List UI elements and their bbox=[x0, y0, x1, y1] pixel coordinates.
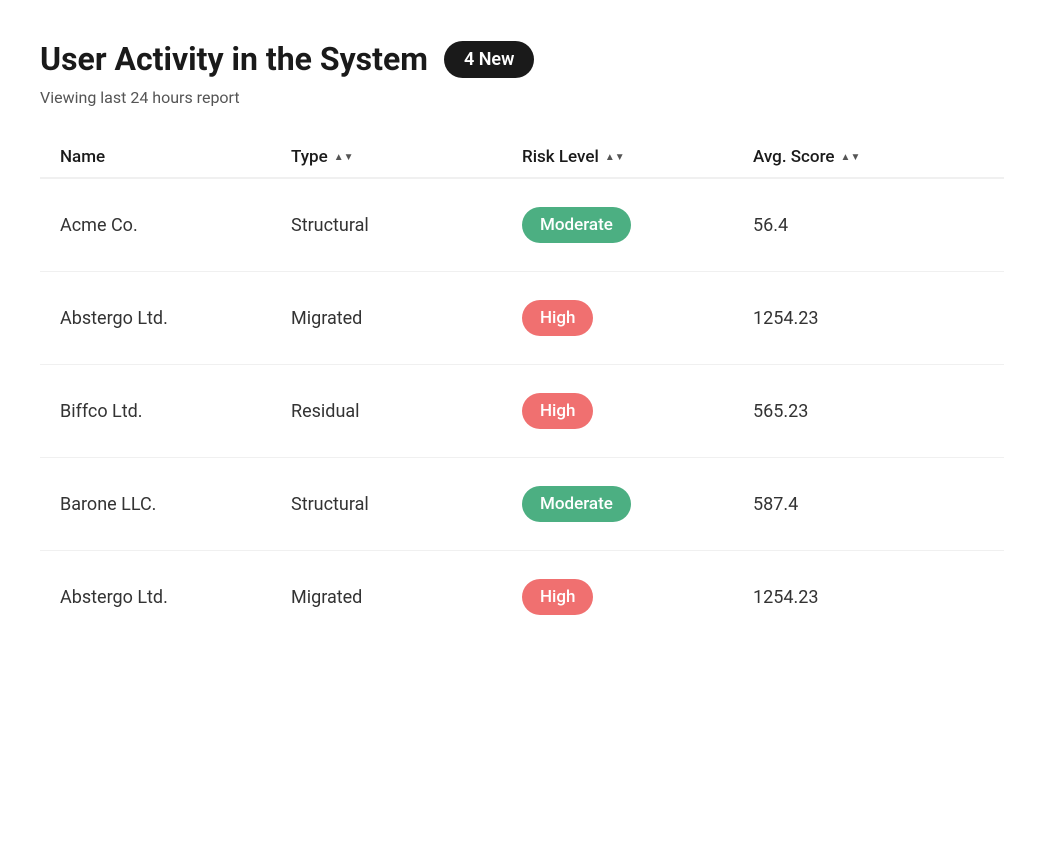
table-header: Name Type ▲▼ Risk Level ▲▼ Avg. Score ▲▼ bbox=[40, 137, 1004, 179]
cell-type: Structural bbox=[291, 494, 522, 515]
table-row[interactable]: Barone LLC. Structural Moderate 587.4 bbox=[40, 458, 1004, 551]
sort-icon-score: ▲▼ bbox=[841, 152, 861, 163]
risk-badge: Moderate bbox=[522, 207, 631, 243]
table-row[interactable]: Abstergo Ltd. Migrated High 1254.23 bbox=[40, 551, 1004, 643]
cell-score: 1254.23 bbox=[753, 587, 984, 608]
table-row[interactable]: Abstergo Ltd. Migrated High 1254.23 bbox=[40, 272, 1004, 365]
new-badge: 4 New bbox=[444, 41, 534, 78]
cell-score: 1254.23 bbox=[753, 308, 984, 329]
cell-type: Residual bbox=[291, 401, 522, 422]
cell-name: Abstergo Ltd. bbox=[60, 308, 291, 329]
cell-name: Barone LLC. bbox=[60, 494, 291, 515]
cell-risk: High bbox=[522, 300, 753, 336]
col-header-risk[interactable]: Risk Level ▲▼ bbox=[522, 147, 753, 167]
col-header-name: Name bbox=[60, 147, 291, 167]
cell-score: 565.23 bbox=[753, 401, 984, 422]
cell-type: Migrated bbox=[291, 308, 522, 329]
sort-icon-type: ▲▼ bbox=[334, 152, 354, 163]
cell-score: 587.4 bbox=[753, 494, 984, 515]
table-row[interactable]: Acme Co. Structural Moderate 56.4 bbox=[40, 179, 1004, 272]
cell-name: Abstergo Ltd. bbox=[60, 587, 291, 608]
risk-badge: High bbox=[522, 300, 593, 336]
cell-risk: High bbox=[522, 579, 753, 615]
risk-badge: Moderate bbox=[522, 486, 631, 522]
cell-name: Biffco Ltd. bbox=[60, 401, 291, 422]
page-subtitle: Viewing last 24 hours report bbox=[40, 88, 1004, 107]
activity-table: Name Type ▲▼ Risk Level ▲▼ Avg. Score ▲▼… bbox=[40, 137, 1004, 643]
page-title: User Activity in the System bbox=[40, 40, 428, 78]
cell-type: Structural bbox=[291, 215, 522, 236]
table-body: Acme Co. Structural Moderate 56.4 Abster… bbox=[40, 179, 1004, 643]
table-row[interactable]: Biffco Ltd. Residual High 565.23 bbox=[40, 365, 1004, 458]
cell-name: Acme Co. bbox=[60, 215, 291, 236]
cell-risk: Moderate bbox=[522, 207, 753, 243]
risk-badge: High bbox=[522, 393, 593, 429]
risk-badge: High bbox=[522, 579, 593, 615]
cell-type: Migrated bbox=[291, 587, 522, 608]
cell-risk: High bbox=[522, 393, 753, 429]
cell-score: 56.4 bbox=[753, 215, 984, 236]
cell-risk: Moderate bbox=[522, 486, 753, 522]
col-header-score[interactable]: Avg. Score ▲▼ bbox=[753, 147, 984, 167]
sort-icon-risk: ▲▼ bbox=[605, 152, 625, 163]
col-header-type[interactable]: Type ▲▼ bbox=[291, 147, 522, 167]
page-header: User Activity in the System 4 New Viewin… bbox=[40, 40, 1004, 107]
